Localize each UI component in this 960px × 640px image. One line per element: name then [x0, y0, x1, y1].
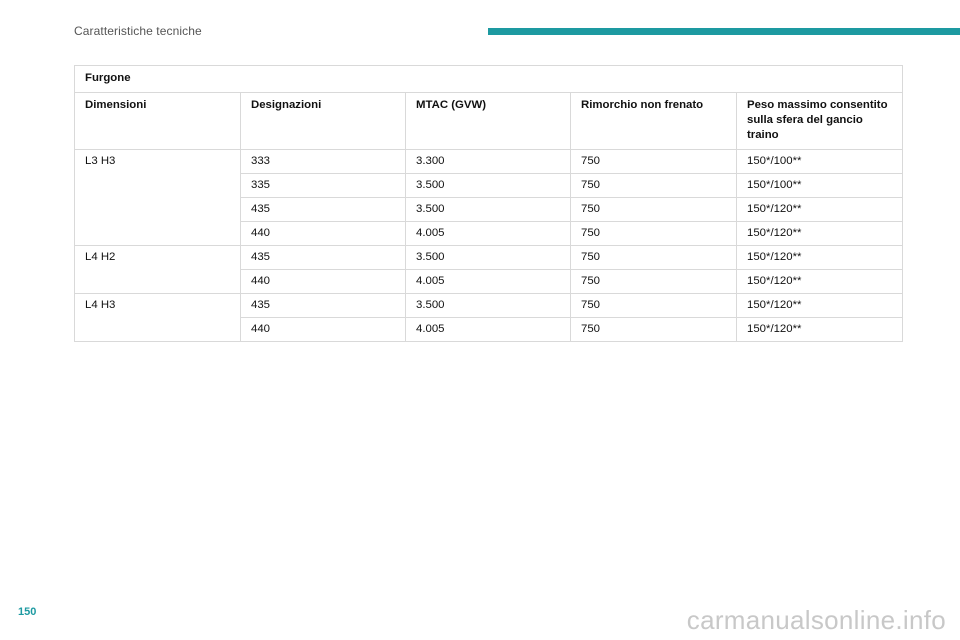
table-cell: 4.005	[405, 269, 571, 294]
table-cell: 3.300	[405, 149, 571, 174]
table-cell: 440	[240, 317, 406, 342]
table-cell: 750	[570, 149, 737, 174]
watermark: carmanualsonline.info	[686, 605, 946, 635]
spec-table: Furgone Dimensioni Designazioni MTAC (GV…	[74, 65, 903, 342]
table-cell: 150*/120**	[736, 317, 903, 342]
column-header: Rimorchio non frenato	[570, 92, 737, 150]
table-cell: 150*/100**	[736, 173, 903, 198]
table-cell: 440	[240, 221, 406, 246]
table-cell: 150*/120**	[736, 197, 903, 222]
dimension-cell: L4 H3	[74, 293, 241, 342]
section-title: Caratteristiche tecniche	[74, 24, 202, 38]
table-cell: 750	[570, 245, 737, 270]
table-row: L4 H2 435 3.500 750 150*/120**	[74, 245, 903, 294]
table-row: L3 H3 333 3.300 750 150*/100**	[74, 149, 903, 246]
table-cell: 335	[240, 173, 406, 198]
column-header: Designazioni	[240, 92, 406, 150]
column-header: MTAC (GVW)	[405, 92, 571, 150]
table-cell: 4.005	[405, 317, 571, 342]
table-caption-row: Furgone	[74, 65, 903, 93]
table-cell: 750	[570, 317, 737, 342]
table-cell: 150*/120**	[736, 269, 903, 294]
header-accent-bar	[488, 28, 960, 35]
dimension-cell: L4 H2	[74, 245, 241, 294]
column-header: Dimensioni	[74, 92, 241, 150]
table-cell: 150*/120**	[736, 245, 903, 270]
table-cell: 3.500	[405, 293, 571, 318]
table-row: L4 H3 435 3.500 750 150*/120**	[74, 293, 903, 342]
column-header: Peso massimo consentito sulla sfera del …	[736, 92, 903, 150]
table-cell: 435	[240, 293, 406, 318]
table-caption: Furgone	[74, 65, 903, 93]
table-cell: 3.500	[405, 173, 571, 198]
table-cell: 750	[570, 173, 737, 198]
table-header-row: Dimensioni Designazioni MTAC (GVW) Rimor…	[74, 92, 903, 150]
table-cell: 750	[570, 269, 737, 294]
table-cell: 3.500	[405, 197, 571, 222]
table-cell: 435	[240, 197, 406, 222]
table-cell: 750	[570, 197, 737, 222]
table-cell: 750	[570, 293, 737, 318]
table-cell: 150*/100**	[736, 149, 903, 174]
page-number: 150	[18, 606, 37, 618]
table-cell: 750	[570, 221, 737, 246]
table-cell: 435	[240, 245, 406, 270]
table-cell: 333	[240, 149, 406, 174]
table-cell: 440	[240, 269, 406, 294]
table-cell: 150*/120**	[736, 221, 903, 246]
dimension-cell: L3 H3	[74, 149, 241, 246]
table-cell: 3.500	[405, 245, 571, 270]
table-cell: 4.005	[405, 221, 571, 246]
table-cell: 150*/120**	[736, 293, 903, 318]
